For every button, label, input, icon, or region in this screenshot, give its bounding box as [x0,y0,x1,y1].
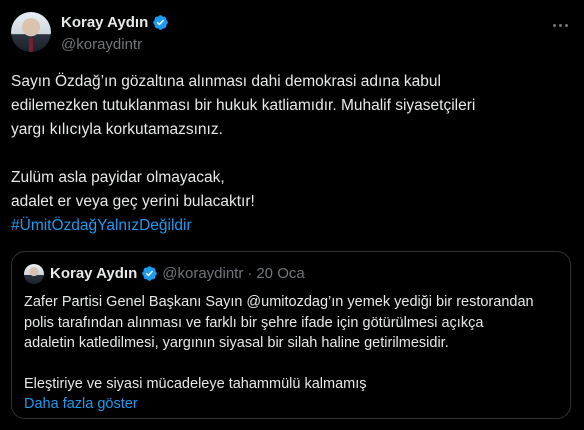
more-horizontal-icon[interactable] [551,14,573,34]
hashtag-link[interactable]: #ÜmitÖzdağYalnızDeğildir [11,214,573,238]
author-avatar[interactable] [11,12,51,52]
author-name[interactable]: Koray Aydın [61,14,148,31]
tweet-text-line: yargı kılıcıyla korkutamazsınız. [11,121,223,138]
quoted-tweet-text: Zafer Partisi Genel Başkanı Sayın @umito… [24,292,559,415]
author-handle[interactable]: @koraydintr [61,36,142,53]
tweet-text-line: Sayın Özdağ’ın gözaltına alınması dahi d… [11,73,441,90]
quoted-author-avatar [24,264,44,284]
quoted-text-line: adaletin katledilmesi, yargının siyasal … [24,335,449,351]
author-name-row: Koray Aydın [61,14,169,31]
quoted-author-handle: @koraydintr [162,265,244,282]
quoted-text-line: Zafer Partisi Genel Başkanı Sayın @umito… [24,294,534,310]
meta-separator: · [247,265,253,282]
tweet-text-line: Zulüm asla payidar olmayacak, [11,169,225,186]
quoted-author-name: Koray Aydın [50,265,138,282]
verified-badge-icon [153,15,169,30]
verified-badge-icon [142,266,158,281]
tweet-text-line: edilemezken tutuklanması bir hukuk katli… [11,97,476,114]
quoted-tweet[interactable]: Koray Aydın @koraydintr · 20 Oca Zafer P… [11,251,571,419]
quoted-text-line: polis tarafından alınması ve farklı bir … [24,314,484,331]
quoted-tweet-date[interactable]: 20 Oca [256,265,304,282]
tweet-text: Sayın Özdağ’ın gözaltına alınması dahi d… [11,70,573,238]
show-more-link[interactable]: Daha fazla göster [24,394,559,415]
quoted-text-line: Eleştiriye ve siyasi mücadeleye tahammül… [24,375,367,392]
tweet-text-line: adalet er veya geç yerini bulacaktır! [11,193,255,210]
avatar-detail [29,38,33,52]
quoted-tweet-meta: Koray Aydın @koraydintr · 20 Oca [50,265,305,282]
tweet-header: Koray Aydın @koraydintr [11,12,573,56]
